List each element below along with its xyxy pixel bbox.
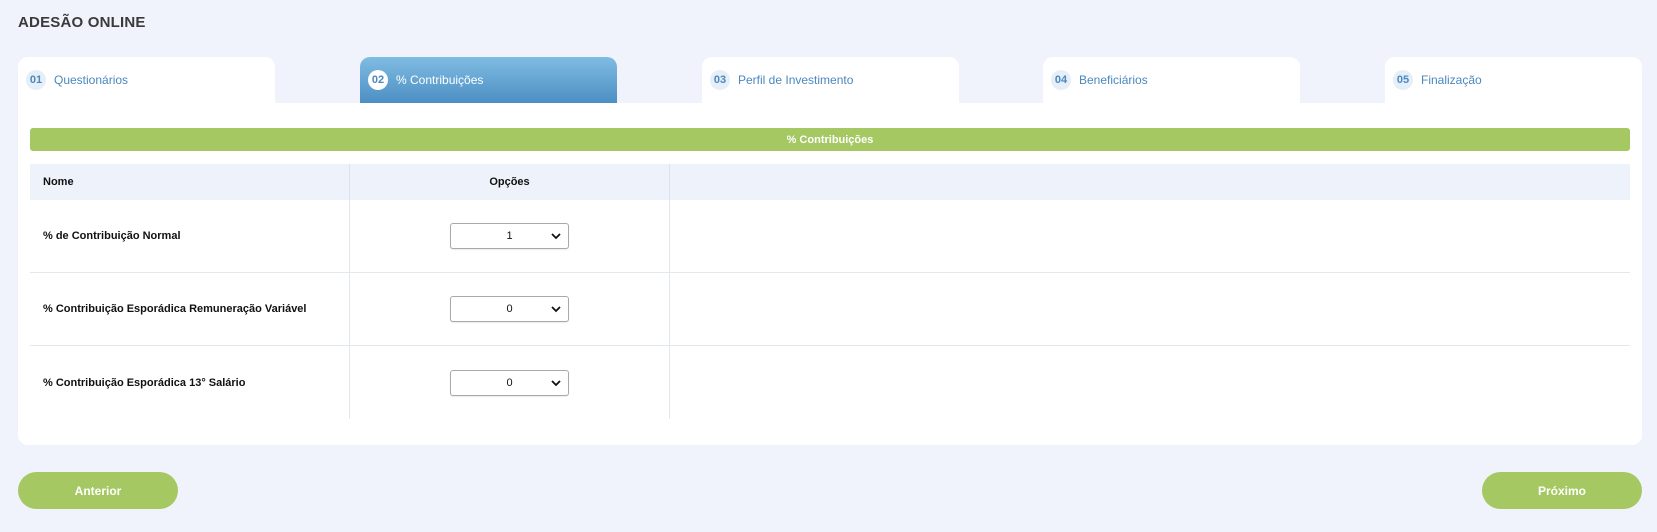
chevron-down-icon <box>551 233 561 240</box>
wizard-steps: 01 Questionários 02 % Contribuições 03 P… <box>18 57 1642 103</box>
remuneracao-variavel-select[interactable]: 0 <box>450 296 569 322</box>
row-options: 0 <box>350 346 670 419</box>
contributions-card: % Contribuições Nome Opções % de Contrib… <box>18 103 1642 445</box>
row-options: 0 <box>350 273 670 345</box>
tab-label: % Contribuições <box>396 73 484 87</box>
tab-label: Beneficiários <box>1079 73 1148 87</box>
chevron-down-icon <box>551 306 561 313</box>
select-value: 0 <box>506 303 513 315</box>
tab-contribuicoes[interactable]: 02 % Contribuições <box>360 57 617 103</box>
row-empty <box>670 346 1630 419</box>
tab-label: Finalização <box>1421 73 1482 87</box>
chevron-down-icon <box>551 379 561 386</box>
tab-finalizacao[interactable]: 05 Finalização <box>1385 57 1642 103</box>
contribuicao-normal-select[interactable]: 1 <box>450 223 569 249</box>
row-options: 1 <box>350 200 670 272</box>
table-header: Nome Opções <box>30 164 1630 200</box>
table-row: % Contribuição Esporádica 13° Salário 0 <box>30 346 1630 419</box>
previous-button[interactable]: Anterior <box>18 472 178 509</box>
tab-label: Questionários <box>54 73 129 87</box>
select-value: 1 <box>506 230 513 242</box>
step-number: 04 <box>1051 70 1071 90</box>
header-name: Nome <box>30 164 350 200</box>
row-empty <box>670 273 1630 345</box>
select-value: 0 <box>506 376 513 389</box>
contributions-table: Nome Opções % de Contribuição Normal 1 %… <box>30 164 1630 419</box>
table-row: % de Contribuição Normal 1 <box>30 200 1630 273</box>
table-row: % Contribuição Esporádica Remuneração Va… <box>30 273 1630 346</box>
section-title: % Contribuições <box>30 128 1630 151</box>
header-empty <box>670 164 1630 200</box>
tab-questionarios[interactable]: 01 Questionários <box>18 57 275 103</box>
row-name: % Contribuição Esporádica 13° Salário <box>30 346 350 419</box>
next-button[interactable]: Próximo <box>1482 472 1642 509</box>
tab-perfil-investimento[interactable]: 03 Perfil de Investimento <box>702 57 959 103</box>
decimo-terceiro-select[interactable]: 0 <box>450 369 569 396</box>
step-number: 02 <box>368 70 388 90</box>
row-name: % Contribuição Esporádica Remuneração Va… <box>30 273 350 345</box>
step-number: 05 <box>1393 70 1413 90</box>
header-options: Opções <box>350 164 670 200</box>
row-empty <box>670 200 1630 272</box>
tab-beneficiarios[interactable]: 04 Beneficiários <box>1043 57 1300 103</box>
step-number: 01 <box>26 70 46 90</box>
step-number: 03 <box>710 70 730 90</box>
page-title: ADESÃO ONLINE <box>18 14 146 31</box>
row-name: % de Contribuição Normal <box>30 200 350 272</box>
tab-label: Perfil de Investimento <box>738 73 854 87</box>
